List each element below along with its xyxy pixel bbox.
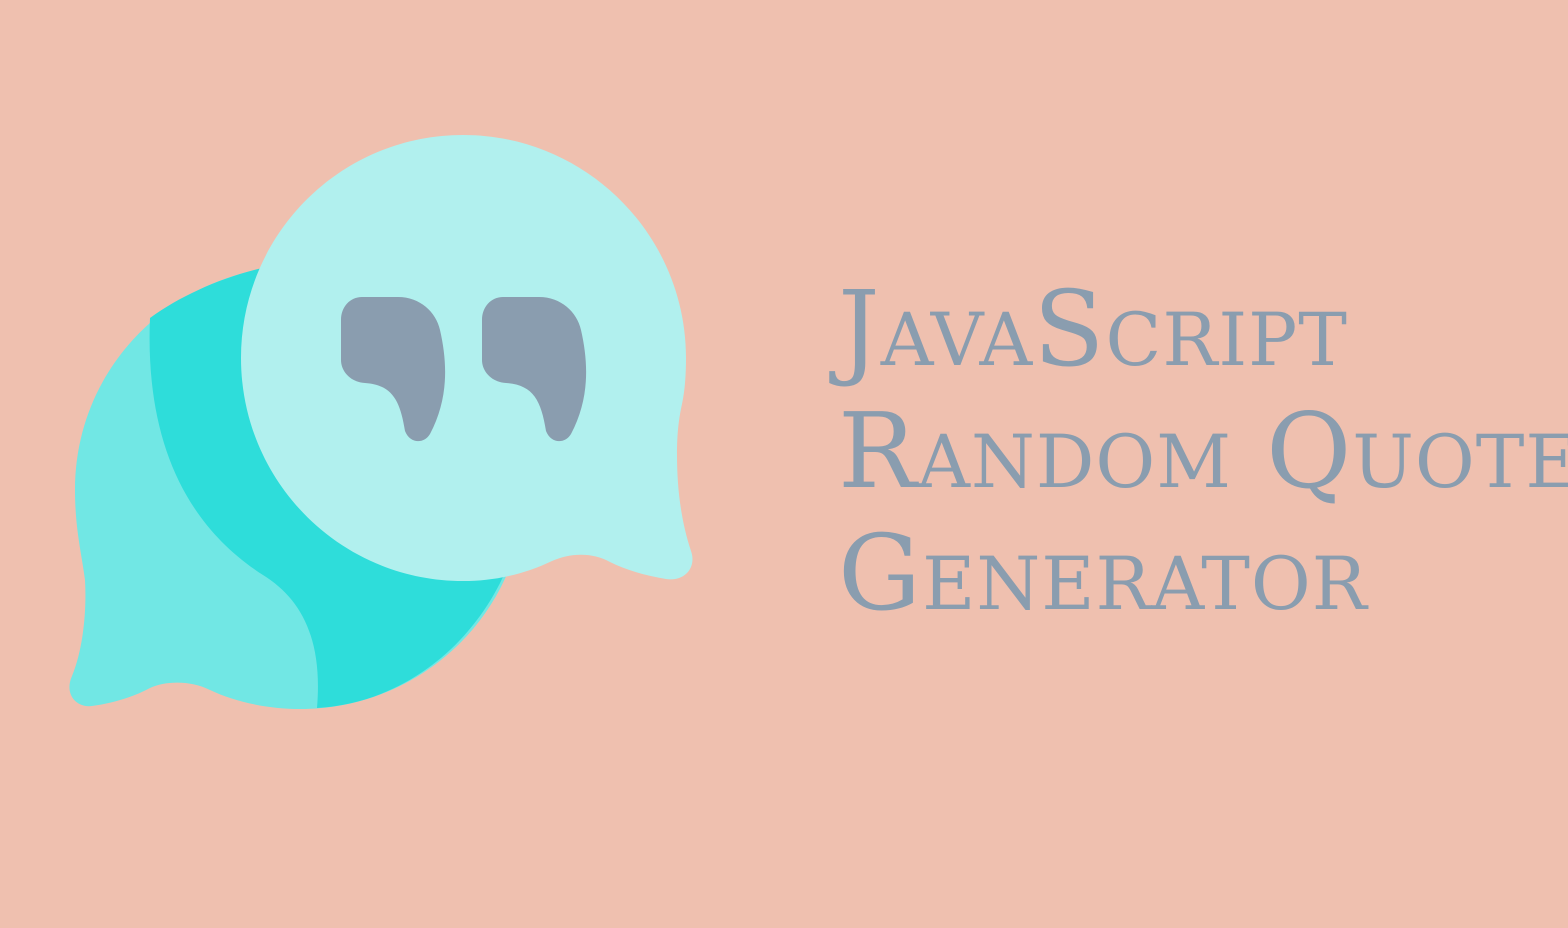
page-title: JavaScript Random Quote Generator: [838, 268, 1568, 634]
quote-bubbles-illustration: [69, 135, 693, 709]
title-line-1: JavaScript: [838, 268, 1348, 390]
banner: JavaScript Random Quote Generator: [0, 0, 1568, 928]
title-line-3: Generator: [838, 512, 1368, 634]
title-line-2: Random Quote: [838, 390, 1568, 512]
front-speech-bubble-icon: [241, 135, 693, 581]
